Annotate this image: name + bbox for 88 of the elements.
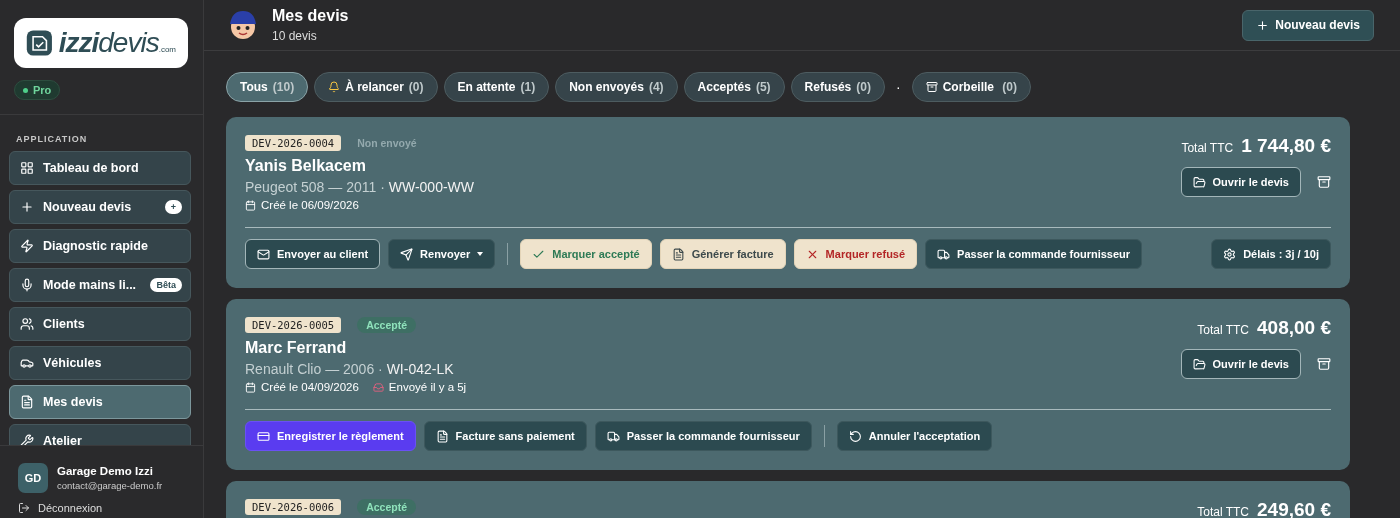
logo-text: izzidevis.com bbox=[58, 27, 176, 59]
calendar-icon bbox=[245, 381, 256, 393]
microphone-icon bbox=[20, 278, 34, 292]
plan-badge: Pro bbox=[14, 80, 61, 100]
separator-dot: · bbox=[894, 79, 902, 95]
user-avatar: GD bbox=[18, 463, 48, 493]
action-button[interactable]: Facture sans paiement bbox=[423, 421, 587, 451]
archive-icon bbox=[925, 81, 938, 93]
nav-item[interactable]: Diagnostic rapide bbox=[9, 229, 191, 263]
logout-icon bbox=[18, 502, 30, 514]
folder-icon bbox=[1192, 357, 1206, 371]
filter-tab[interactable]: Acceptés (5) bbox=[683, 72, 785, 102]
action-button[interactable]: Passer la commande fournisseur bbox=[925, 239, 1143, 269]
client-name: Marc Ferrand bbox=[245, 339, 348, 357]
plus-icon bbox=[1256, 18, 1270, 32]
settings-icon bbox=[1223, 247, 1237, 261]
logo[interactable]: izzidevis.com bbox=[14, 18, 188, 68]
action-button[interactable]: Délais : 3j / 10j bbox=[1211, 239, 1331, 269]
created-date: Créé le 06/09/2026 bbox=[245, 199, 359, 211]
nav-badge: + bbox=[164, 200, 182, 214]
nav-badge: Bêta bbox=[150, 278, 182, 292]
sent-info: Envoyé il y a 5j bbox=[372, 381, 467, 393]
action-button[interactable]: Enregistrer le règlement bbox=[245, 421, 416, 451]
section-heading: APPLICATION bbox=[15, 134, 89, 146]
grid-icon bbox=[20, 161, 34, 175]
logout-link[interactable]: Déconnexion bbox=[18, 502, 185, 514]
client-name: Yanis Belkacem bbox=[245, 157, 367, 175]
quote-reference: DEV-2026-0004 bbox=[245, 135, 342, 151]
action-button[interactable]: Renvoyer bbox=[388, 239, 496, 269]
new-quote-button[interactable]: Nouveau devis bbox=[1242, 9, 1374, 41]
open-quote-button[interactable]: Ouvrir le devis bbox=[1180, 167, 1301, 197]
filter-tab[interactable]: À relancer (0) bbox=[314, 72, 438, 102]
nav-item[interactable]: Atelier bbox=[9, 424, 191, 445]
total-amount: 408,00 € bbox=[1257, 317, 1331, 339]
trash-tab[interactable]: Corbeille (0) bbox=[911, 72, 1031, 102]
quote-reference: DEV-2026-0006 bbox=[245, 499, 342, 515]
page-title: Mes devis bbox=[272, 7, 349, 25]
mail-icon bbox=[257, 247, 270, 261]
user-email: contact@garage-demo.fr bbox=[57, 480, 163, 491]
status-badge: Accepté bbox=[357, 317, 417, 333]
card-icon bbox=[257, 429, 270, 443]
document-icon bbox=[435, 429, 449, 443]
document-icon bbox=[20, 395, 34, 409]
archive-icon[interactable] bbox=[1317, 175, 1331, 189]
folder-icon bbox=[1192, 175, 1206, 189]
quote-reference: DEV-2026-0005 bbox=[245, 317, 342, 333]
users-icon bbox=[20, 317, 34, 331]
nav-item[interactable]: Tableau de bord bbox=[9, 151, 191, 185]
created-date: Créé le 04/09/2026 bbox=[245, 381, 359, 393]
truck-icon bbox=[606, 429, 620, 443]
filter-tab[interactable]: Non envoyés (4) bbox=[555, 72, 678, 102]
user-name: Garage Demo Izzi bbox=[57, 465, 154, 477]
nav-item[interactable]: Clients bbox=[9, 307, 191, 341]
inbox-icon bbox=[372, 381, 384, 393]
undo-icon bbox=[848, 429, 862, 443]
nav-item[interactable]: Mes devis bbox=[9, 385, 191, 419]
wrench-icon bbox=[20, 434, 34, 445]
page-subtitle: 10 devis bbox=[272, 29, 318, 43]
calendar-icon bbox=[245, 199, 256, 211]
status-badge: Accepté bbox=[357, 499, 417, 515]
vehicle-info: Peugeot 508 — 2011 · WW-000-WW bbox=[245, 179, 475, 195]
status-label: Non envoyé bbox=[357, 137, 417, 149]
nav-item[interactable]: Mode mains li... Bêta bbox=[9, 268, 191, 302]
filter-tab[interactable]: Refusés (0) bbox=[790, 72, 885, 102]
action-button[interactable]: Envoyer au client bbox=[245, 239, 381, 269]
plus-icon bbox=[20, 200, 34, 214]
document-icon bbox=[671, 247, 685, 261]
nav-item[interactable]: Véhicules bbox=[9, 346, 191, 380]
archive-icon[interactable] bbox=[1317, 357, 1331, 371]
car-icon bbox=[20, 356, 34, 370]
action-button[interactable]: Annuler l'acceptation bbox=[836, 421, 993, 451]
total-label: Total TTC bbox=[1197, 505, 1250, 518]
lightning-icon bbox=[20, 239, 34, 253]
open-quote-button[interactable]: Ouvrir le devis bbox=[1180, 349, 1301, 379]
total-label: Total TTC bbox=[1197, 323, 1250, 337]
truck-icon bbox=[937, 247, 951, 261]
vehicle-info: Renault Clio — 2006 · WI-042-LK bbox=[245, 361, 455, 377]
action-button[interactable]: Marquer accepté bbox=[520, 239, 652, 269]
total-label: Total TTC bbox=[1181, 141, 1234, 155]
nav-item[interactable]: Nouveau devis + bbox=[9, 190, 191, 224]
action-button[interactable]: Passer la commande fournisseur bbox=[594, 421, 812, 451]
send-icon bbox=[400, 247, 414, 261]
action-button[interactable]: Générer facture bbox=[659, 239, 786, 269]
total-amount: 1 744,80 € bbox=[1241, 135, 1331, 157]
filter-tab[interactable]: En attente (1) bbox=[443, 72, 550, 102]
action-button[interactable]: Marquer refusé bbox=[793, 239, 918, 269]
filter-tab[interactable]: Tous (10) bbox=[226, 72, 309, 102]
bell-icon bbox=[328, 81, 341, 93]
